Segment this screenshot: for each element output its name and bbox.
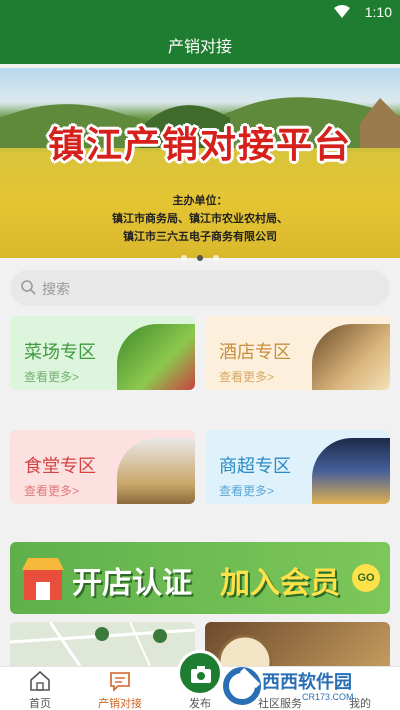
carousel-dot-active[interactable] bbox=[197, 255, 203, 261]
carousel-dot[interactable] bbox=[180, 255, 187, 261]
zone-card-hotel[interactable]: 酒店专区 查看更多> bbox=[205, 316, 390, 390]
canteen-image bbox=[117, 438, 195, 504]
zone-card-market[interactable]: 菜场专区 查看更多> bbox=[10, 316, 195, 390]
zone-title: 酒店专区 bbox=[219, 342, 291, 362]
carousel-dot[interactable] bbox=[213, 255, 220, 261]
publish-fab[interactable] bbox=[177, 650, 223, 696]
banner-organizer: 主办单位： 镇江市商务局、镇江市农业农村局、 镇江市三六五电子商务有限公司 bbox=[0, 192, 400, 246]
nav-item-supply[interactable]: 产销对接 bbox=[80, 667, 160, 710]
watermark-logo-icon bbox=[223, 667, 261, 705]
nav-label: 产销对接 bbox=[98, 698, 142, 710]
search-icon bbox=[21, 280, 36, 295]
zone-title: 菜场专区 bbox=[24, 342, 96, 362]
zone-card-supermarket[interactable]: 商超专区 查看更多> bbox=[205, 430, 390, 504]
zone-card-canteen[interactable]: 食堂专区 查看更多> bbox=[10, 430, 195, 504]
page-title: 产销对接 bbox=[167, 39, 232, 56]
wifi-icon bbox=[334, 5, 350, 18]
map-thumbnail[interactable] bbox=[10, 622, 195, 666]
zone-title: 商超专区 bbox=[219, 456, 291, 476]
vegetables-image bbox=[117, 324, 195, 390]
nav-label: 首页 bbox=[29, 698, 51, 710]
go-button[interactable]: GO bbox=[352, 564, 380, 592]
zone-more-link[interactable]: 查看更多> bbox=[219, 368, 274, 385]
clock-thumbnail[interactable] bbox=[205, 622, 390, 666]
carousel-dots bbox=[0, 248, 400, 266]
zone-more-link[interactable]: 查看更多> bbox=[219, 482, 274, 499]
nav-item-home[interactable]: 首页 bbox=[0, 667, 80, 710]
status-bar: 1:10 bbox=[0, 0, 400, 24]
store-icon bbox=[22, 558, 64, 600]
banner-title: 镇江产销对接平台 bbox=[47, 124, 352, 165]
organizer-line1: 镇江市商务局、镇江市农业农村局、 bbox=[112, 213, 288, 225]
zone-more-link[interactable]: 查看更多> bbox=[24, 482, 79, 499]
organizer-line2: 镇江市三六五电子商务有限公司 bbox=[123, 231, 277, 243]
hotel-lobby-image bbox=[312, 324, 390, 390]
watermark-text: 西西软件园 bbox=[262, 672, 352, 692]
home-icon bbox=[30, 670, 50, 691]
camera-icon bbox=[191, 666, 211, 683]
promo-left-text: 开店认证 bbox=[72, 567, 192, 600]
organizer-label: 主办单位： bbox=[172, 195, 228, 207]
mall-street-image bbox=[312, 438, 390, 504]
watermark-url: CR173.COM bbox=[302, 692, 354, 702]
membership-promo-banner[interactable]: 开店认证 加入会员 GO bbox=[10, 542, 390, 614]
app-bar: 产销对接 bbox=[0, 24, 400, 64]
clock-image bbox=[217, 634, 273, 666]
search-placeholder: 搜索 bbox=[42, 281, 70, 297]
map-image bbox=[10, 622, 195, 666]
zone-title: 食堂专区 bbox=[24, 456, 96, 476]
zone-more-link[interactable]: 查看更多> bbox=[24, 368, 79, 385]
promo-right-text: 加入会员 bbox=[220, 567, 340, 600]
status-time: 1:10 bbox=[364, 4, 392, 20]
watermark: 西西软件园 CR173.COM bbox=[222, 666, 382, 706]
chat-icon bbox=[110, 672, 130, 692]
search-bar[interactable]: 搜索 bbox=[10, 270, 390, 306]
